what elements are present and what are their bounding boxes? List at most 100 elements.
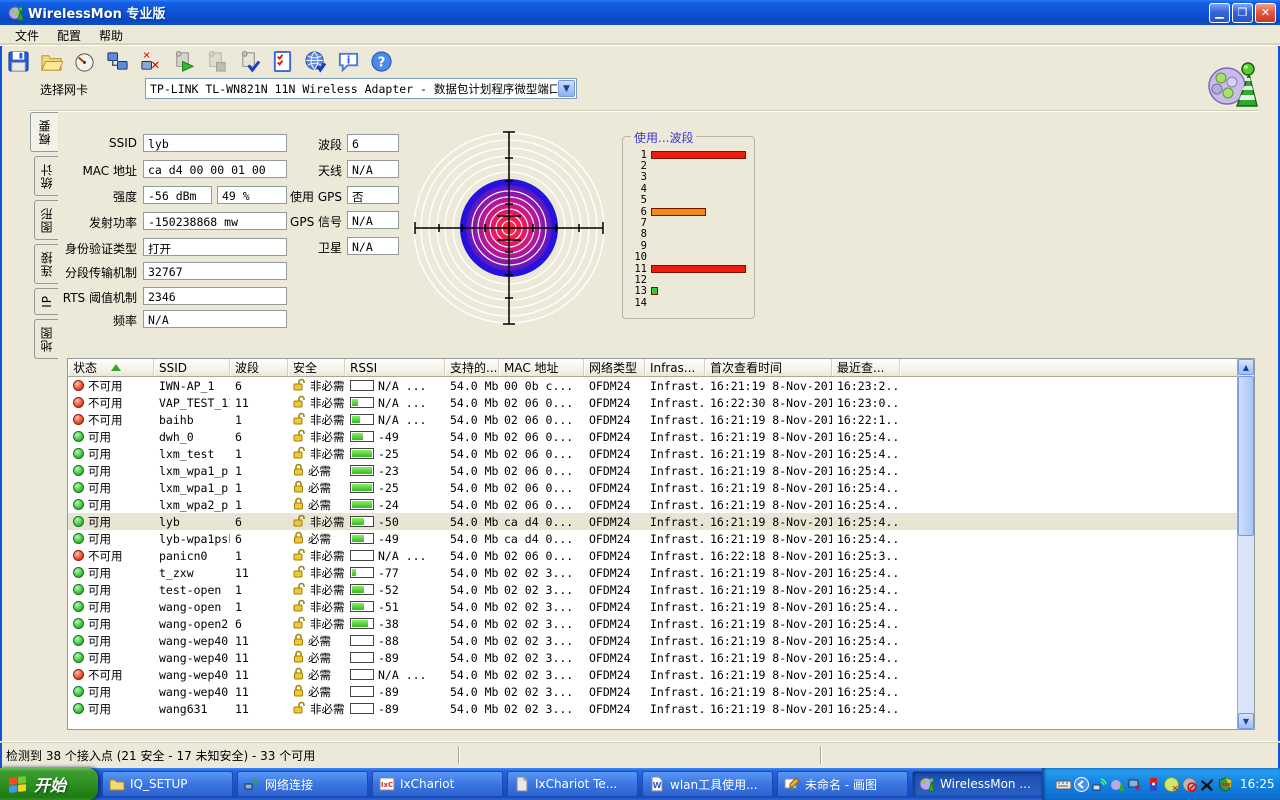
table-row-lxm_wpa1_p...[interactable]: 可用lxm_wpa1_p...1必需-2354.0 Mb...02 06 0..… <box>68 462 1237 479</box>
vertical-scrollbar[interactable]: ▲ ▼ <box>1237 359 1254 729</box>
scroll-down-icon[interactable]: ▼ <box>1238 713 1254 729</box>
blocked-icon[interactable] <box>1182 777 1197 792</box>
toolbar-button-gauge[interactable] <box>70 49 98 77</box>
battery-icon[interactable] <box>1146 777 1161 792</box>
table-row-lyb-wpa1psk[interactable]: 可用lyb-wpa1psk6必需-4954.0 Mb...ca d4 0...O… <box>68 530 1237 547</box>
menu-item-配置[interactable]: 配置 <box>48 25 90 46</box>
table-row-t_zxw[interactable]: 可用t_zxw11非必需-7754.0 Mb...02 02 3...OFDM2… <box>68 564 1237 581</box>
cell: wang-open2 <box>154 617 230 631</box>
cell: 54.0 Mb... <box>445 549 499 563</box>
column-header-状态[interactable]: 状态 <box>68 359 154 376</box>
cell: OFDM24 <box>584 515 645 529</box>
field-卫星[interactable]: N/A <box>347 237 399 255</box>
taskbar-button-IQ_SETUP[interactable]: IQ_SETUP <box>102 771 233 797</box>
table-row-wang-wep40-1[interactable]: 可用wang-wep40-111必需-8854.0 Mb...02 02 3..… <box>68 632 1237 649</box>
field-天线[interactable]: N/A <box>347 160 399 178</box>
scan-error-icon[interactable]: ✕ <box>1164 777 1179 792</box>
cell-text: 16:25:4... <box>837 532 900 546</box>
toolbar-button-save[interactable] <box>4 49 32 77</box>
collapse-chevron-icon[interactable] <box>1074 777 1089 792</box>
adapter-combobox[interactable]: TP-LINK TL-WN821N 11N Wireless Adapter -… <box>145 78 577 99</box>
table-row-IWN-AP_1[interactable]: 不可用IWN-AP_16非必需N/A ...54.0 Mb...00 0b c.… <box>68 377 1237 394</box>
scroll-up-icon[interactable]: ▲ <box>1238 359 1254 375</box>
column-header-Infras...[interactable]: Infras... <box>645 359 705 376</box>
table-row-lxm_wpa1_p...[interactable]: 可用lxm_wpa1_p...1必需-2554.0 Mb...02 06 0..… <box>68 479 1237 496</box>
field-波段[interactable]: 6 <box>347 134 399 152</box>
close-button[interactable]: ✕ <box>1255 3 1276 23</box>
taskbar-button-IxChariot Te...[interactable]: IxChariot Te... <box>507 771 638 797</box>
shield-icon[interactable] <box>1218 777 1233 792</box>
column-header-最近查...[interactable]: 最近查... <box>832 359 900 376</box>
start-button[interactable]: 开始 <box>0 768 98 800</box>
channel-row: 12 <box>631 274 748 285</box>
minimize-button[interactable]: ▁ <box>1209 3 1230 23</box>
table-row-baihb[interactable]: 不可用baihb1非必需N/A ...54.0 Mb...02 06 0...O… <box>68 411 1237 428</box>
cell: wang631 <box>154 702 230 716</box>
cell-text: OFDM24 <box>589 481 631 495</box>
toolbar-button-disconnect[interactable]: ✕✕ <box>136 49 164 77</box>
cell-text: 1 <box>235 600 242 614</box>
cell: Infrast... <box>645 549 705 563</box>
column-header-首次查看时间[interactable]: 首次查看时间 <box>705 359 832 376</box>
table-row-wang-wep40-4[interactable]: 可用wang-wep40-411必需-8954.0 Mb...02 02 3..… <box>68 683 1237 700</box>
table-row-test-open[interactable]: 可用test-open1非必需-5254.0 Mb...02 02 3...OF… <box>68 581 1237 598</box>
column-header-RSSI[interactable]: RSSI <box>345 359 445 376</box>
table-row-wang-wep40-2[interactable]: 可用wang-wep40-211必需-8954.0 Mb...02 02 3..… <box>68 649 1237 666</box>
field-强度[interactable]: -56 dBm <box>143 186 212 204</box>
field-RTS 阈值机制[interactable]: 2346 <box>143 287 287 305</box>
table-row-wang-wep40-3[interactable]: 不可用wang-wep40-311必需N/A ...54.0 Mb...02 0… <box>68 666 1237 683</box>
cell-text: wang631 <box>159 702 207 716</box>
taskbar-button-wlan工具使用...[interactable]: Wwlan工具使用... <box>642 771 773 797</box>
taskbar-button-IxChariot[interactable]: IxCIxChariot <box>372 771 503 797</box>
wireless-signal-icon[interactable] <box>1092 777 1107 792</box>
column-header-波段[interactable]: 波段 <box>230 359 288 376</box>
security-cell: 必需 <box>288 480 345 496</box>
close-x-icon[interactable] <box>1200 777 1215 792</box>
toolbar-button-web-globe[interactable] <box>301 49 329 77</box>
column-header-MAC 地址[interactable]: MAC 地址 <box>499 359 584 376</box>
scrollbar-thumb[interactable] <box>1238 376 1254 536</box>
taskbar-button-未命名 - 画图[interactable]: 未命名 - 画图 <box>777 771 908 797</box>
column-header-安全[interactable]: 安全 <box>288 359 345 376</box>
field-频率[interactable]: N/A <box>143 310 287 328</box>
table-row-wang-open2[interactable]: 可用wang-open26非必需-3854.0 Mb...02 02 3...O… <box>68 615 1237 632</box>
toolbar-button-view-log[interactable] <box>235 49 263 77</box>
cell: 02 02 3... <box>499 617 584 631</box>
toolbar-button-open-folder[interactable] <box>37 49 65 77</box>
wirelessmon-tray-icon[interactable] <box>1110 777 1125 792</box>
menu-item-帮助[interactable]: 帮助 <box>90 25 132 46</box>
toolbar-button-info[interactable]: i <box>334 49 362 77</box>
restore-button[interactable]: ❐ <box>1232 3 1253 23</box>
keyboard-icon[interactable] <box>1056 777 1071 792</box>
network-error-icon[interactable]: ✕ <box>1128 777 1143 792</box>
field-使用 GPS[interactable]: 否 <box>347 186 399 204</box>
cell: 16:21:19 8-Nov-2010 <box>705 498 832 512</box>
table-row-wang631[interactable]: 可用wang63111非必需-8954.0 Mb...02 02 3...OFD… <box>68 700 1237 717</box>
chevron-down-icon[interactable]: ▼ <box>558 80 575 97</box>
cell-text: 02 02 3... <box>504 617 573 631</box>
menu-item-文件[interactable]: 文件 <box>6 25 48 46</box>
toolbar-button-options-checklist[interactable] <box>268 49 296 77</box>
column-header-支持的...[interactable]: 支持的... <box>445 359 499 376</box>
column-header-网络类型[interactable]: 网络类型 <box>584 359 645 376</box>
rssi-cell: -52 <box>345 583 445 597</box>
table-row-lxm_test[interactable]: 可用lxm_test1非必需-2554.0 Mb...02 06 0...OFD… <box>68 445 1237 462</box>
cell: lxm_wpa2_p... <box>154 498 230 512</box>
field-label: 波段 <box>240 136 342 153</box>
table-row-lxm_wpa2_p...[interactable]: 可用lxm_wpa2_p...1必需-2454.0 Mb...02 06 0..… <box>68 496 1237 513</box>
taskbar-button-网络连接[interactable]: 网络连接 <box>237 771 368 797</box>
toolbar-button-start-logging[interactable] <box>169 49 197 77</box>
column-header-SSID[interactable]: SSID <box>154 359 230 376</box>
table-row-VAP_TEST_11G[interactable]: 不可用VAP_TEST_11G11非必需N/A ...54.0 Mb...02 … <box>68 394 1237 411</box>
field-分段传输机制[interactable]: 32767 <box>143 262 287 280</box>
table-row-wang-open[interactable]: 可用wang-open1非必需-5154.0 Mb...02 02 3...OF… <box>68 598 1237 615</box>
toolbar-button-network-adapters[interactable] <box>103 49 131 77</box>
taskbar-button-WirelessMon ...[interactable]: WirelessMon ... <box>912 771 1043 797</box>
field-GPS 信号[interactable]: N/A <box>347 211 399 229</box>
toolbar-button-help[interactable]: ? <box>367 49 395 77</box>
table-row-dwh_0[interactable]: 可用dwh_06非必需-4954.0 Mb...02 06 0...OFDM24… <box>68 428 1237 445</box>
cell: 54.0 Mb... <box>445 498 499 512</box>
toolbar-button-stop-logging[interactable] <box>202 49 230 77</box>
table-row-lyb[interactable]: 可用lyb6非必需-5054.0 Mb...ca d4 0...OFDM24In… <box>68 513 1237 530</box>
table-row-panicn0[interactable]: 不可用panicn01非必需N/A ...54.0 Mb...02 06 0..… <box>68 547 1237 564</box>
